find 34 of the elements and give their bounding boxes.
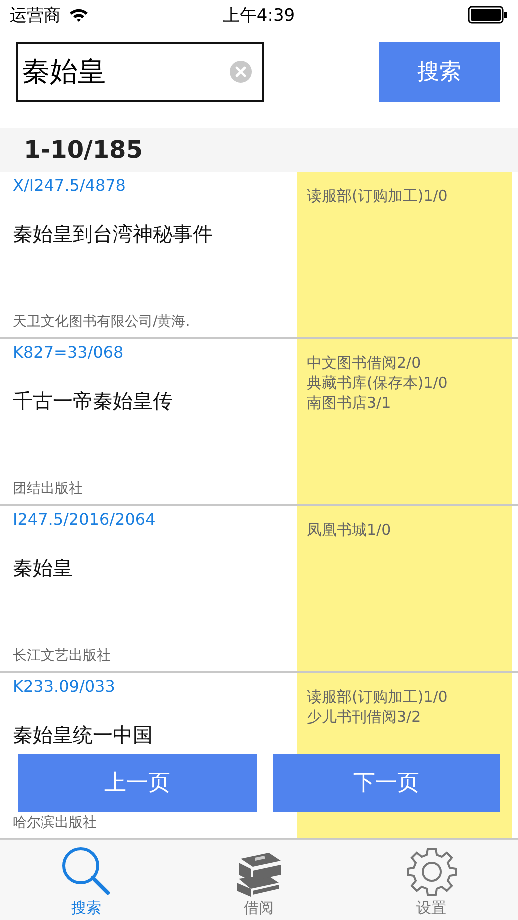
holding-location: 读服部(订购加工)1/0 xyxy=(307,687,449,707)
book-title[interactable]: 秦始皇到台湾神秘事件 xyxy=(13,221,297,248)
settings-icon xyxy=(406,845,458,897)
carrier-name: 运营商 xyxy=(10,4,61,26)
holding-location: 南图书店3/1 xyxy=(307,393,392,413)
next-page-button[interactable]: 下一页 xyxy=(273,754,500,812)
previous-page-button[interactable]: 上一页 xyxy=(18,754,257,812)
status-time: 上午4:39 xyxy=(222,4,296,26)
tab-item[interactable]: 搜索 xyxy=(0,840,173,920)
holding-location: 少儿书刊借阅3/2 xyxy=(307,707,422,727)
publisher: 天卫文化图书有限公司/黄海. xyxy=(13,313,192,331)
publisher: 长江文艺出版社 xyxy=(13,647,112,665)
holding-location: 读服部(订购加工)1/0 xyxy=(307,186,449,206)
call-number: K827=33/068 xyxy=(13,343,125,362)
tab-item[interactable]: 设置 xyxy=(345,840,518,920)
book-title[interactable]: 千古一帝秦始皇传 xyxy=(13,388,297,415)
book-title[interactable]: 秦始皇统一中国 xyxy=(13,722,297,749)
holding-location: 凤凰书城1/0 xyxy=(307,520,392,540)
call-number: I247.5/2016/2064 xyxy=(13,510,157,529)
holding-location: 典藏书库(保存本)1/0 xyxy=(307,373,449,393)
search-button[interactable]: 搜索 xyxy=(379,42,500,102)
book-title[interactable]: 秦始皇 xyxy=(13,555,297,582)
tab-item[interactable]: 借阅 xyxy=(172,840,346,920)
call-number: X/I247.5/4878 xyxy=(13,176,127,195)
search-icon xyxy=(60,845,112,897)
search-field[interactable]: 秦始皇 xyxy=(16,42,264,102)
call-number: K233.09/033 xyxy=(13,677,116,696)
clear-icon[interactable] xyxy=(230,61,252,83)
holding-location: 中文图书借阅2/0 xyxy=(307,353,422,373)
wifi-icon xyxy=(69,8,89,22)
battery-icon xyxy=(468,6,508,24)
result-range: 1-10/185 xyxy=(24,136,143,164)
publisher: 团结出版社 xyxy=(13,480,84,498)
publisher: 哈尔滨出版社 xyxy=(13,814,98,832)
